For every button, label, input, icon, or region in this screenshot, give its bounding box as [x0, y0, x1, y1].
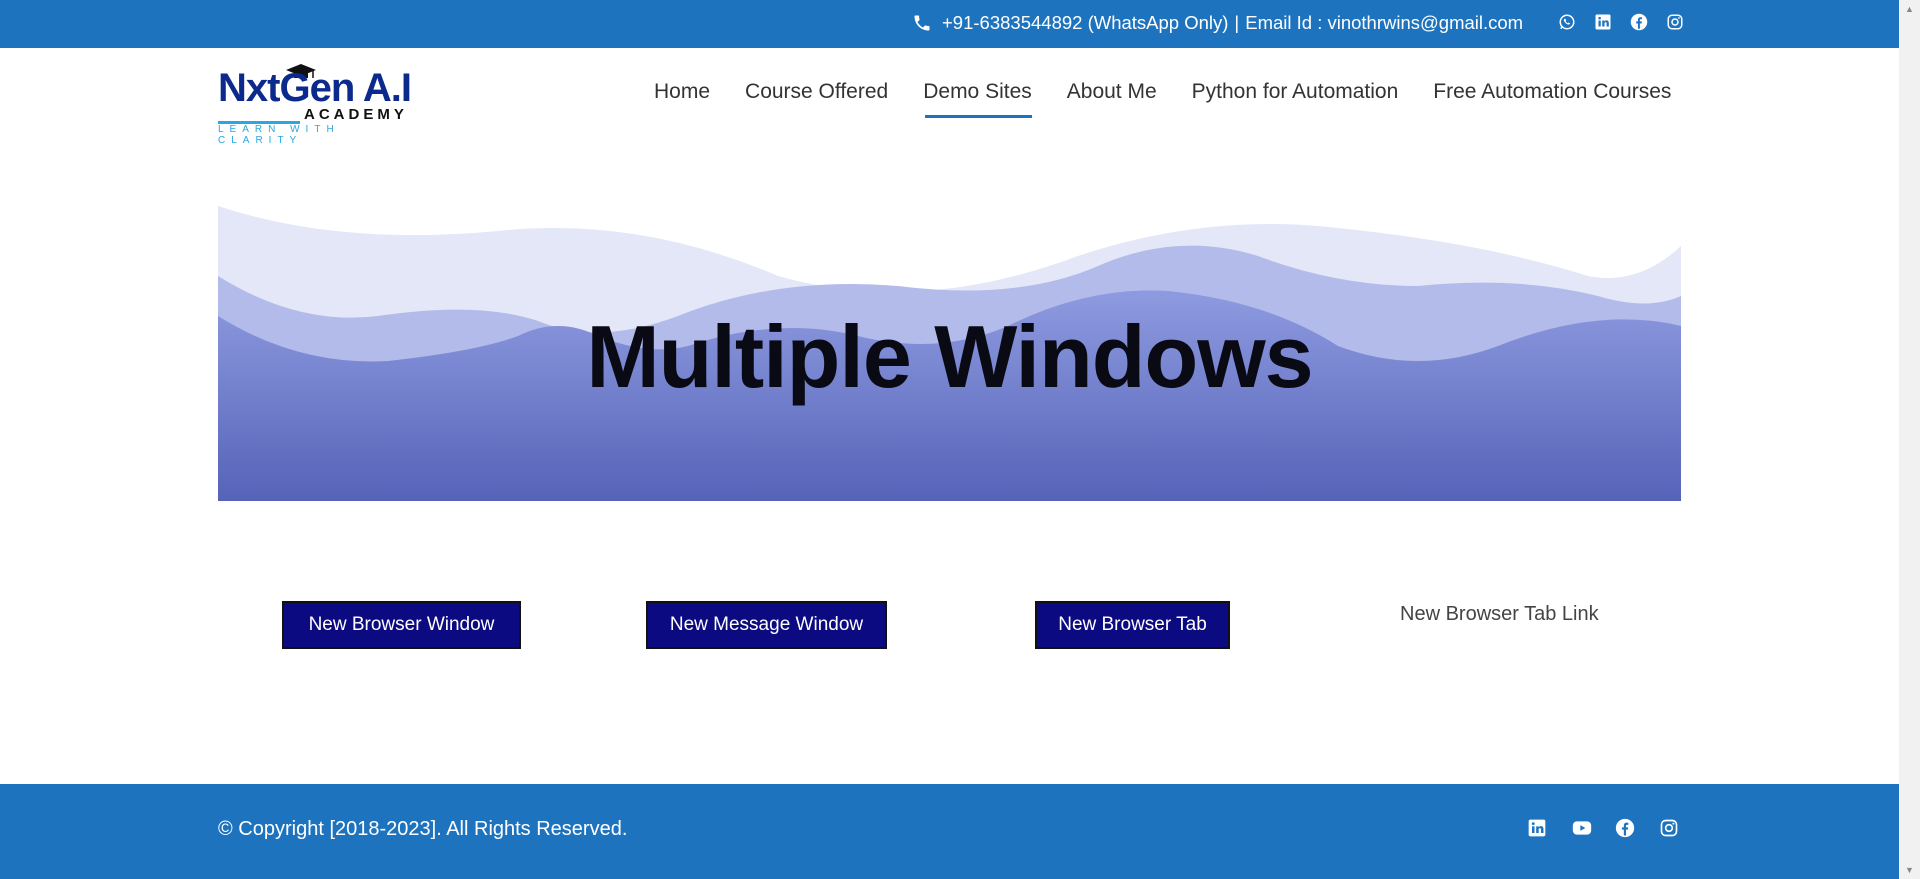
email-address: Email Id : vinothrwins@gmail.com: [1245, 12, 1524, 33]
nav-item-demo-sites[interactable]: Demo Sites: [923, 80, 1032, 118]
page-scrollbar[interactable]: ▲ ▼: [1899, 0, 1920, 879]
logo-tagline: LEARN WITH CLARITY: [218, 124, 340, 146]
instagram-icon[interactable]: [1666, 13, 1684, 31]
logo-subtitle: ACADEMY: [304, 106, 408, 123]
nav-item-about-me[interactable]: About Me: [1067, 80, 1157, 118]
scroll-down-icon[interactable]: ▼: [1905, 865, 1914, 875]
facebook-icon[interactable]: [1615, 818, 1635, 838]
nav-item-home[interactable]: Home: [654, 80, 710, 118]
whatsapp-icon[interactable]: [1558, 13, 1576, 31]
page-banner: Multiple Windows: [218, 206, 1681, 501]
new-browser-tab-link[interactable]: New Browser Tab Link: [1400, 603, 1599, 626]
nav-item-course-offered[interactable]: Course Offered: [745, 80, 888, 118]
contact-separator: |: [1234, 12, 1240, 33]
facebook-icon[interactable]: [1630, 13, 1648, 31]
site-header: NxtGen A.I ACADEMY LEARN WITH CLARITY Ho…: [0, 48, 1899, 158]
logo-text: NxtGen A.I: [218, 66, 412, 110]
copyright-text: © Copyright [2018-2023]. All Rights Rese…: [218, 818, 628, 840]
youtube-icon[interactable]: [1571, 818, 1592, 836]
new-browser-window-button[interactable]: New Browser Window: [282, 601, 521, 649]
new-browser-tab-button[interactable]: New Browser Tab: [1035, 601, 1230, 649]
page-title: Multiple Windows: [586, 307, 1313, 406]
top-contact-bar: +91-6383544892 (WhatsApp Only) | Email I…: [0, 0, 1899, 48]
site-footer: © Copyright [2018-2023]. All Rights Rese…: [0, 784, 1899, 879]
footer-social-links: [1527, 818, 1678, 838]
site-logo[interactable]: NxtGen A.I ACADEMY LEARN WITH CLARITY: [218, 62, 418, 146]
new-message-window-button[interactable]: New Message Window: [646, 601, 887, 649]
linkedin-icon[interactable]: [1527, 818, 1546, 837]
nav-item-python-for-automation[interactable]: Python for Automation: [1192, 80, 1399, 118]
phone-icon: [912, 13, 932, 33]
nav-item-free-automation-courses[interactable]: Free Automation Courses: [1433, 80, 1671, 118]
contact-info: +91-6383544892 (WhatsApp Only) | Email I…: [912, 12, 1523, 34]
instagram-icon[interactable]: [1659, 818, 1678, 837]
linkedin-icon[interactable]: [1594, 13, 1612, 31]
main-nav: Home Course Offered Demo Sites About Me …: [654, 80, 1671, 118]
top-social-links: [1558, 13, 1684, 31]
scroll-up-icon[interactable]: ▲: [1905, 4, 1914, 14]
phone-number: +91-6383544892 (WhatsApp Only): [942, 12, 1229, 33]
